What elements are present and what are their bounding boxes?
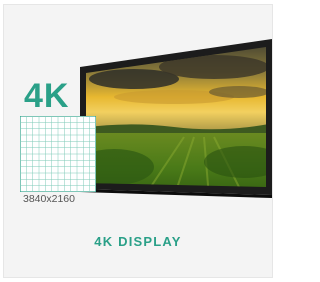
product-card[interactable]: 4K 3840x2160 4K DISPLAY xyxy=(3,4,273,278)
resolution-grid-icon xyxy=(20,116,96,192)
product-caption[interactable]: 4K DISPLAY xyxy=(4,234,272,249)
resolution-label: 3840x2160 xyxy=(23,193,75,205)
display-monitor-image xyxy=(80,39,272,198)
badge-4k-label: 4K xyxy=(24,77,70,115)
